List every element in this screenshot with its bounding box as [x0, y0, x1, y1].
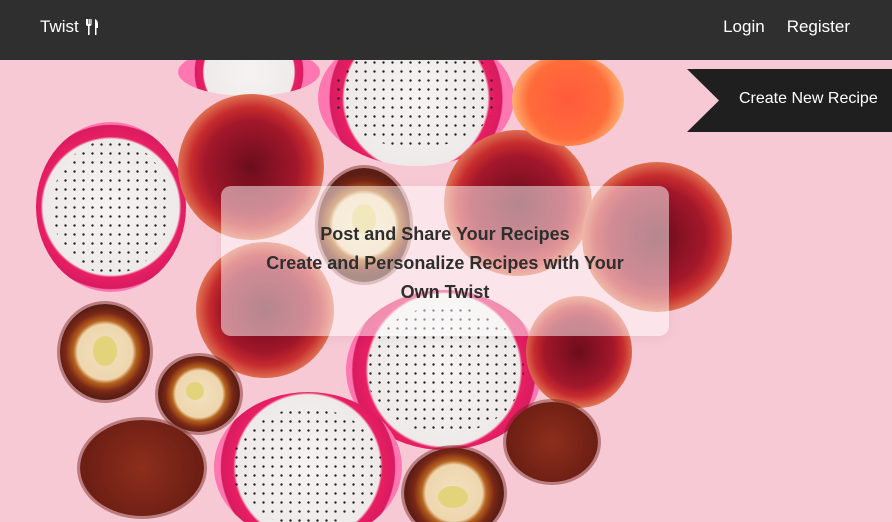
fork-knife-icon: [85, 19, 99, 35]
rambutan-image: [404, 448, 504, 522]
dragon-fruit-seeds: [232, 408, 382, 522]
rambutan-image: [80, 420, 204, 516]
dragon-fruit-seeds: [52, 140, 170, 274]
rambutan-seed: [438, 486, 468, 508]
brand-link[interactable]: Twist: [40, 17, 99, 37]
hero-line-2: Create and Personalize Recipes with Your: [266, 253, 624, 273]
rambutan-seed: [93, 336, 117, 366]
nav-links: Login Register: [723, 17, 850, 37]
hero-line-3: Own Twist: [400, 282, 490, 302]
register-link[interactable]: Register: [787, 17, 850, 37]
brand-name: Twist: [40, 17, 79, 36]
hero-line-1: Post and Share Your Recipes: [320, 224, 570, 244]
create-new-recipe-label: Create New Recipe: [739, 90, 878, 107]
orange-image: [512, 60, 624, 146]
hero-tagline-card: Post and Share Your Recipes Create and P…: [221, 186, 669, 336]
rambutan-seed: [186, 382, 204, 400]
top-navbar: Twist Login Register: [0, 0, 892, 60]
login-link[interactable]: Login: [723, 17, 765, 37]
dragon-fruit-image: [178, 60, 320, 96]
rambutan-image: [506, 402, 598, 482]
hero-tagline: Post and Share Your Recipes Create and P…: [221, 220, 669, 307]
